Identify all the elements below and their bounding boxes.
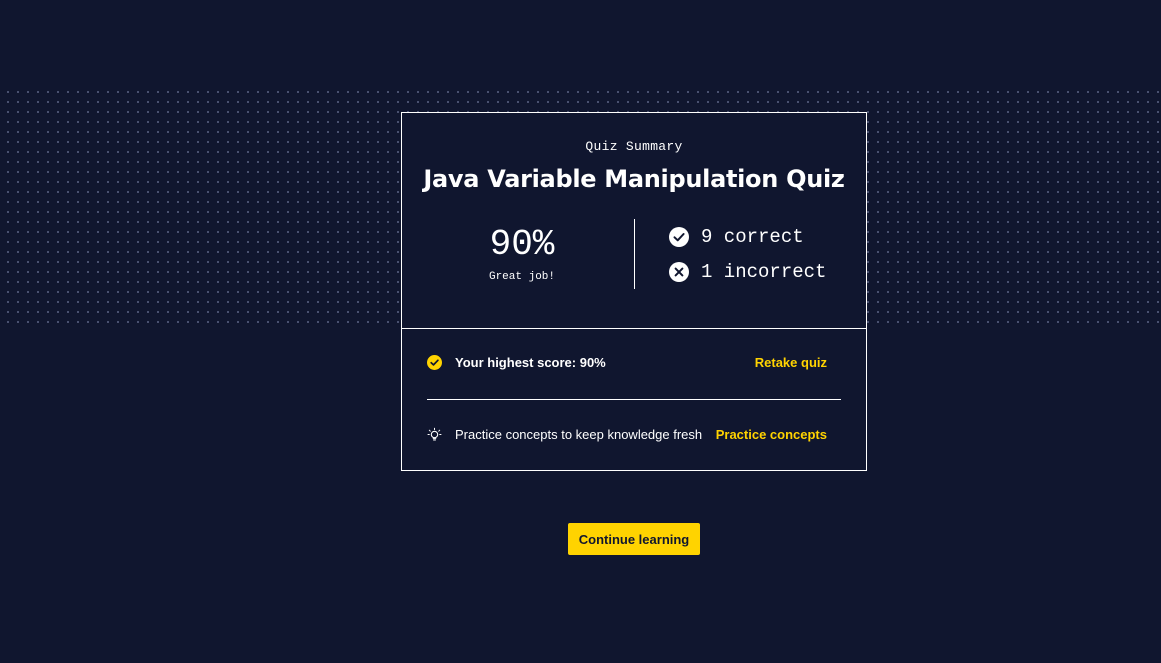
practice-concepts-link[interactable]: Practice concepts [716,427,827,442]
correct-count-text: 9 correct [701,226,804,248]
score-percent: 90% [489,224,555,265]
practice-text: Practice concepts to keep knowledge fres… [455,427,703,442]
score-block: 90% Great job! [442,223,602,283]
check-circle-icon [427,355,442,370]
retake-quiz-link[interactable]: Retake quiz [755,355,827,370]
quiz-title: Java Variable Manipulation Quiz [423,165,845,193]
incorrect-count-row: 1 incorrect [669,261,826,283]
summary-header: Quiz Summary Java Variable Manipulation … [402,113,866,329]
correct-count-row: 9 correct [669,226,804,248]
check-circle-icon [669,227,689,247]
horizontal-divider [427,399,841,400]
continue-learning-button[interactable]: Continue learning [568,523,700,555]
score-message: Great job! [488,271,555,283]
incorrect-count-text: 1 incorrect [701,261,827,283]
highest-score-text: Your highest score: 90% [455,355,606,370]
quiz-summary-page: Quiz Summary Java Variable Manipulation … [0,0,1161,663]
x-circle-icon [669,262,689,282]
summary-eyebrow: Quiz Summary [585,139,683,154]
vertical-divider [634,219,635,289]
lightbulb-icon [427,427,442,442]
practice-row: Practice concepts to keep knowledge fres… [427,427,827,442]
quiz-summary-card: Quiz Summary Java Variable Manipulation … [401,112,867,471]
summary-actions: Your highest score: 90% Retake quiz Prac… [402,329,866,470]
highest-score-row: Your highest score: 90% Retake quiz [427,355,827,370]
